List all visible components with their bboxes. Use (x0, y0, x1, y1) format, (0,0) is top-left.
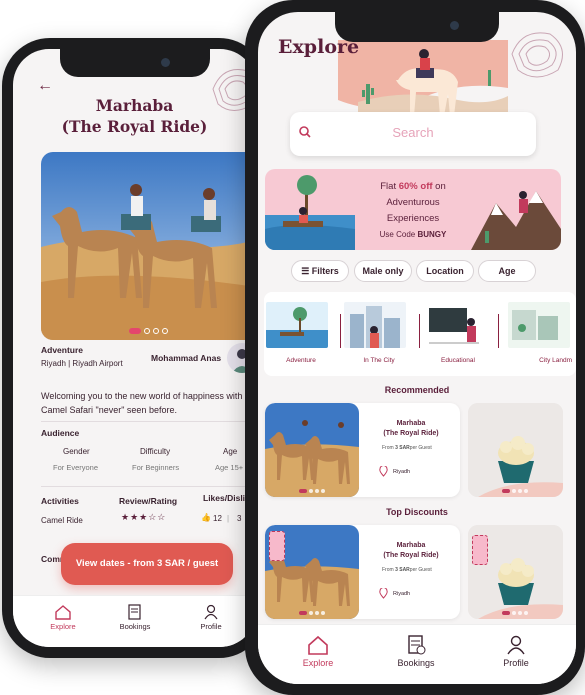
dislikes-count: 3 (237, 514, 242, 523)
category-educational[interactable]: Educational (423, 296, 493, 374)
bookings-icon (128, 604, 141, 620)
tab-explore[interactable]: Explore (33, 604, 93, 631)
card-location: Riyadh (393, 469, 411, 475)
app-showcase: ← Marhaba (The Royal Ride) Adventure Riy… (0, 0, 585, 695)
card-title: Marhaba (The Royal Ride) (383, 542, 439, 559)
age-label: Age (223, 447, 238, 456)
discount-card[interactable]: Marhaba (The Royal Ride) From 3 SARper Gu… (265, 525, 460, 619)
carousel-dots[interactable] (502, 611, 528, 615)
category-city-landmarks[interactable]: City Landm (502, 296, 574, 374)
category-divider (340, 314, 341, 348)
desert-illustration (338, 40, 508, 116)
category-divider (498, 314, 499, 348)
divider (41, 486, 256, 487)
profile-icon (507, 635, 525, 655)
category-adventure[interactable]: Adventure (266, 296, 336, 374)
cupcake-card[interactable] (468, 403, 563, 497)
education-icon (423, 302, 485, 348)
separator: | (227, 514, 230, 523)
discount-tag-icon (472, 535, 488, 565)
filters-chip[interactable]: ☰ Filters (291, 260, 349, 282)
card-image (265, 525, 359, 619)
search-placeholder: Search (392, 125, 434, 140)
tab-bookings[interactable]: Bookings (105, 604, 165, 631)
top-discounts-title: Top Discounts (386, 507, 448, 517)
topo-pattern-icon (511, 32, 563, 78)
carousel-dots[interactable] (299, 489, 325, 493)
profile-icon (204, 604, 218, 620)
filters-icon: ☰ (301, 266, 312, 276)
carousel-dots[interactable] (129, 328, 168, 334)
hero-image[interactable] (41, 152, 256, 340)
location-pin-icon (379, 588, 388, 599)
category-in-the-city[interactable]: In The City (344, 296, 414, 374)
location-chip[interactable]: Location (416, 260, 474, 282)
description-text: Welcoming you to the new world of happin… (41, 391, 250, 415)
activities-label: Activities (41, 496, 79, 506)
cupcake-discount-card[interactable] (468, 525, 563, 619)
male-only-chip[interactable]: Male only (354, 260, 412, 282)
tab-profile[interactable]: Profile (181, 604, 241, 631)
gender-value: For Everyone (53, 463, 99, 472)
cupcake-image (468, 403, 563, 497)
phone-notch (335, 12, 499, 42)
promo-banner[interactable]: Flat 60% off on Adventurous Experiences … (265, 169, 561, 250)
star-rating-icon: ★★★☆☆ (121, 512, 167, 522)
likes-count: 12 (213, 514, 222, 523)
home-icon (308, 635, 328, 655)
adventure-icon (266, 302, 328, 348)
age-chip[interactable]: Age (478, 260, 536, 282)
category-list: Adventure In The City Educational City L… (264, 292, 576, 376)
thumbs-up-icon[interactable]: 👍 (201, 513, 211, 522)
difficulty-label: Difficulty (140, 447, 171, 456)
recommended-title: Recommended (384, 385, 450, 395)
view-dates-button[interactable]: View dates - from 3 SAR / guest (61, 543, 233, 585)
carousel-dots[interactable] (502, 489, 528, 493)
promo-code: BUNGY (417, 230, 447, 239)
tab-explore[interactable]: Explore (278, 635, 358, 668)
carousel-dots[interactable] (299, 611, 325, 615)
beach-illustration (265, 175, 355, 250)
details-tab-bar: Explore Bookings Profile (13, 595, 256, 647)
card-image (265, 403, 359, 497)
card-title: Marhaba (The Royal Ride) (383, 420, 439, 437)
age-value: Age 15+ (215, 463, 244, 472)
bookings-icon (408, 635, 426, 655)
phone-notch (59, 49, 210, 77)
explore-tab-bar: Explore Bookings Profile (258, 624, 576, 684)
discount-tag-icon (269, 531, 285, 561)
tab-profile[interactable]: Profile (476, 635, 556, 668)
explore-phone: Explore Search Flat 60% off on Adventuro… (245, 0, 585, 695)
location-pin-icon (379, 466, 388, 477)
landmark-icon (508, 302, 570, 348)
gender-label: Gender (63, 447, 90, 456)
activities-value: Camel Ride (41, 516, 83, 525)
search-input[interactable]: Search (290, 112, 536, 156)
difficulty-value: For Beginners (132, 463, 180, 472)
experience-title: Marhaba (The Royal Ride) (61, 96, 208, 136)
details-screen: ← Marhaba (The Royal Ride) Adventure Riy… (13, 49, 256, 647)
tab-bookings[interactable]: Bookings (376, 635, 456, 668)
city-icon (344, 302, 406, 348)
review-label: Review/Rating (119, 496, 178, 506)
mountain-illustration (471, 191, 561, 250)
divider (41, 421, 256, 422)
promo-text: Flat 60% off on Adventurous Experiences … (379, 181, 447, 239)
card-price: From 3 SARper Guest (382, 567, 432, 573)
adventure-label: Adventure (41, 345, 84, 355)
card-location: Riyadh (393, 591, 411, 597)
explore-screen: Explore Search Flat 60% off on Adventuro… (258, 12, 576, 684)
location-text: Riyadh | Riyadh Airport (41, 359, 123, 368)
card-price: From 3 SARper Guest (382, 445, 432, 451)
home-icon (55, 605, 71, 620)
host-name: Mohammad Anas (151, 353, 222, 363)
audience-label: Audience (41, 428, 80, 438)
details-phone: ← Marhaba (The Royal Ride) Adventure Riy… (2, 38, 267, 658)
back-arrow-icon[interactable]: ← (37, 77, 53, 95)
category-divider (419, 314, 420, 348)
recommended-card[interactable]: Marhaba (The Royal Ride) From 3 SARper Gu… (265, 403, 460, 497)
